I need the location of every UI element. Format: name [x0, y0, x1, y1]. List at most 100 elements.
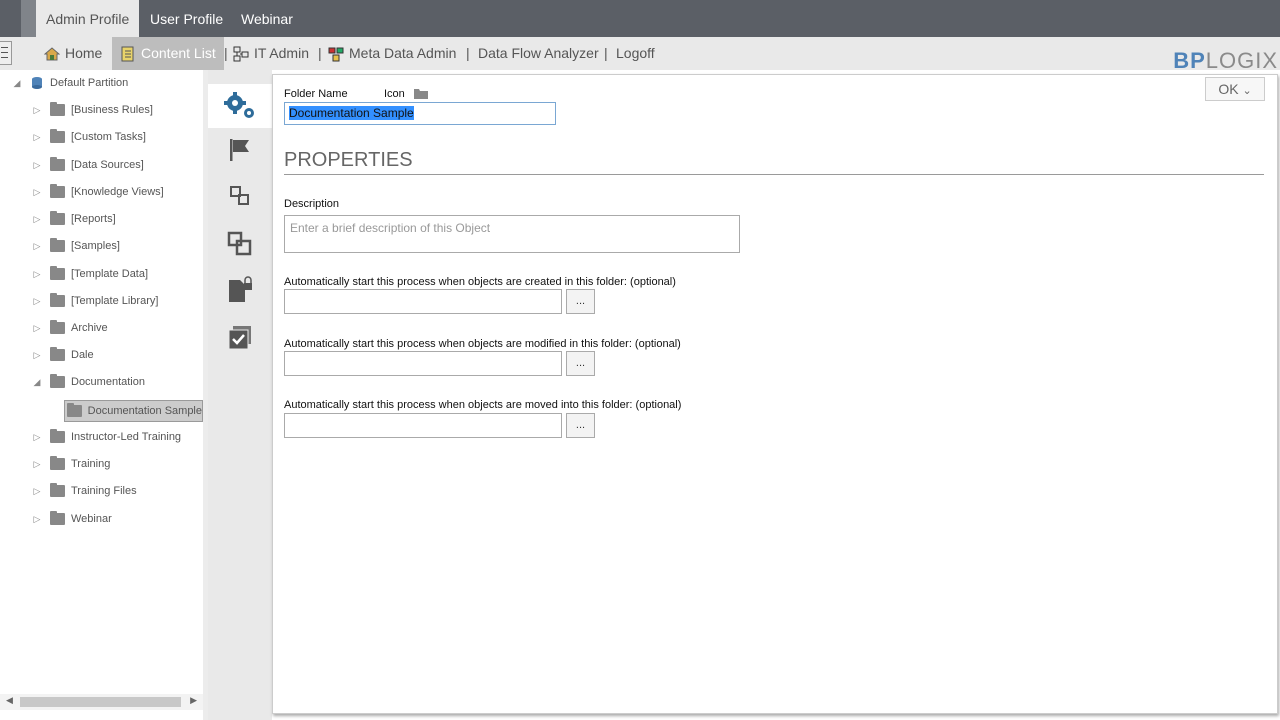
tree-item-label: Training [71, 458, 111, 470]
nav-it-admin-label: IT Admin [254, 45, 309, 61]
tree-item[interactable]: ▷ [Samples] [32, 236, 120, 256]
folder-icon [50, 293, 65, 307]
description-placeholder: Enter a brief description of this Object [290, 221, 491, 235]
tree-horizontal-scrollbar[interactable]: ◀ ▶ [0, 694, 203, 710]
tree-item[interactable]: ▷ Training [32, 454, 110, 474]
tree-item[interactable]: ▷ [Business Rules] [32, 100, 153, 120]
tab-general-settings[interactable] [208, 84, 272, 128]
modified-process-browse-button[interactable]: ... [566, 351, 595, 376]
expand-arrow-icon[interactable]: ▷ [32, 160, 42, 171]
nav-bar: Home Content List | IT Admin | Meta Data… [0, 37, 1280, 70]
expand-arrow-icon[interactable]: ▷ [32, 269, 42, 280]
tree-item[interactable]: ▷ [Knowledge Views] [32, 182, 164, 202]
expand-arrow-icon[interactable]: ▷ [32, 432, 42, 443]
nav-home[interactable]: Home [44, 37, 102, 70]
checklist-icon [228, 326, 251, 350]
tree-item-label: [Data Sources] [71, 159, 144, 171]
expand-arrow-icon[interactable]: ▷ [32, 105, 42, 116]
properties-panel: OK ⌄ Folder Name Icon Documentation Samp… [272, 74, 1278, 714]
created-process-input[interactable] [284, 289, 562, 314]
tab-checklist[interactable] [208, 316, 272, 360]
tab-user-profile[interactable]: User Profile [140, 0, 233, 37]
tab-flag[interactable] [208, 128, 272, 172]
tree-item-label: Documentation Sample [87, 405, 202, 417]
moved-process-input[interactable] [284, 413, 562, 438]
tree-item[interactable]: ▷ Webinar [32, 509, 112, 529]
tree-item[interactable]: ▷ [Custom Tasks] [32, 127, 146, 147]
expand-arrow-icon[interactable]: ▷ [32, 323, 42, 334]
folder-icon [50, 211, 65, 225]
scroll-right-icon[interactable]: ▶ [190, 695, 197, 706]
folder-icon [50, 483, 65, 497]
tree-item[interactable]: ▷ Training Files [32, 481, 137, 501]
tree-root-label: Default Partition [50, 77, 129, 89]
folder-icon [67, 403, 82, 417]
bplogix-logo: BPLOGIX [1173, 48, 1278, 74]
expand-arrow-icon[interactable]: ▷ [32, 514, 42, 525]
moved-process-label: Automatically start this process when ob… [284, 399, 682, 411]
tree-item-selected[interactable]: Documentation Sample [64, 400, 203, 422]
meta-data-icon [328, 47, 344, 61]
nav-meta-data-admin-label: Meta Data Admin [349, 45, 457, 61]
nav-content-list[interactable]: Content List [112, 37, 224, 70]
folder-name-input[interactable]: Documentation Sample [284, 102, 556, 125]
nav-home-label: Home [65, 45, 103, 61]
folder-icon [50, 157, 65, 171]
scrollbar-thumb[interactable] [20, 697, 181, 707]
tree-item[interactable]: ▷ [Template Library] [32, 291, 158, 311]
folder-icon-picker[interactable] [413, 87, 429, 100]
menu-toggle-icon[interactable] [0, 41, 12, 65]
folder-icon [50, 266, 65, 280]
tree-item[interactable]: ▷ [Reports] [32, 209, 116, 229]
nav-data-flow-analyzer-label: Data Flow Analyzer [478, 45, 599, 61]
expand-arrow-icon[interactable]: ▷ [32, 296, 42, 307]
tree-item[interactable]: ▷ Archive [32, 318, 108, 338]
collapse-arrow-icon[interactable]: ◢ [12, 78, 22, 89]
collapse-arrow-icon[interactable]: ◢ [32, 377, 42, 388]
created-process-browse-button[interactable]: ... [566, 289, 595, 314]
folder-icon [50, 456, 65, 470]
chevron-down-icon: ⌄ [1242, 85, 1252, 97]
tab-admin-profile[interactable]: Admin Profile [36, 0, 140, 37]
expand-arrow-icon[interactable]: ▷ [32, 459, 42, 470]
tree-item[interactable]: ▷ Dale [32, 345, 94, 365]
expand-arrow-icon[interactable]: ▷ [32, 486, 42, 497]
nav-logoff[interactable]: Logoff [616, 37, 655, 70]
properties-heading: PROPERTIES [284, 149, 413, 171]
tab-copy[interactable] [208, 222, 272, 266]
modified-process-input[interactable] [284, 351, 562, 376]
tree-item[interactable]: ▷ Instructor-Led Training [32, 427, 181, 447]
nav-separator: | [318, 45, 322, 61]
tree-item-label: Documentation [71, 376, 145, 388]
tree-root[interactable]: ◢ Default Partition [12, 73, 128, 93]
tree-item[interactable]: ▷ [Data Sources] [32, 155, 144, 175]
tree-item[interactable]: ▷ [Template Data] [32, 264, 148, 284]
copy-icon [227, 231, 252, 256]
description-textarea[interactable]: Enter a brief description of this Object [284, 215, 740, 253]
expand-arrow-icon[interactable]: ▷ [32, 214, 42, 225]
tab-connect[interactable] [208, 174, 272, 218]
folder-icon [50, 347, 65, 361]
tab-webinar[interactable]: Webinar [231, 0, 303, 37]
expand-arrow-icon[interactable]: ▷ [32, 132, 42, 143]
expand-arrow-icon[interactable]: ▷ [32, 350, 42, 361]
tab-security[interactable] [208, 268, 272, 312]
folder-name-label: Folder Name [284, 88, 348, 100]
scroll-left-icon[interactable]: ◀ [6, 695, 13, 706]
expand-arrow-icon[interactable]: ▷ [32, 187, 42, 198]
folder-icon [50, 184, 65, 198]
description-label: Description [284, 198, 340, 210]
nav-meta-data-admin[interactable]: Meta Data Admin [328, 37, 456, 70]
nav-it-admin[interactable]: IT Admin [233, 37, 309, 70]
ok-button[interactable]: OK ⌄ [1205, 77, 1265, 101]
network-icon [233, 46, 249, 61]
tree-item[interactable]: ◢ Documentation [32, 372, 145, 392]
tree-item-label: [Business Rules] [71, 104, 153, 116]
database-icon [32, 77, 42, 89]
tree-item-label: [Template Data] [71, 268, 149, 280]
nav-data-flow-analyzer[interactable]: Data Flow Analyzer [478, 37, 599, 70]
nav-separator: | [224, 45, 228, 61]
expand-arrow-icon[interactable]: ▷ [32, 241, 42, 252]
tree-item-label: Archive [71, 322, 108, 334]
moved-process-browse-button[interactable]: ... [566, 413, 595, 438]
